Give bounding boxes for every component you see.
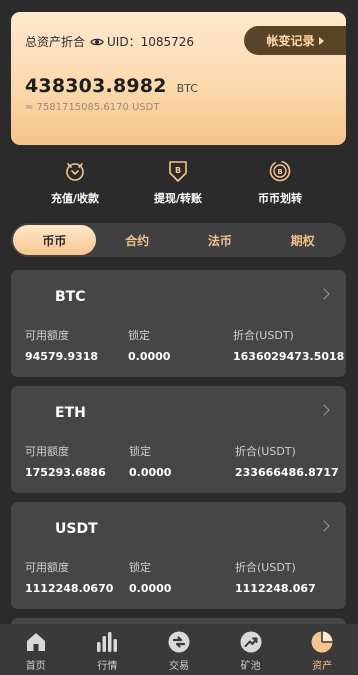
- available-column: 可用额度 1112248.0670: [25, 559, 113, 595]
- assets-icon: [311, 631, 333, 653]
- tab-spot[interactable]: 币币: [13, 225, 96, 255]
- nav-trade[interactable]: 交易: [143, 624, 215, 675]
- withdraw-icon: B: [169, 161, 187, 182]
- nav-assets-label: 资产: [312, 661, 333, 672]
- locked-column: 锁定 0.0000: [128, 327, 170, 363]
- asset-usdt-equivalent: ≈ 7581715085.6170 USDT: [25, 102, 160, 113]
- home-icon: [26, 633, 45, 651]
- available-column: 可用额度 175293.6886: [25, 443, 106, 479]
- locked-value: 0.0000: [129, 466, 172, 479]
- account-record-button[interactable]: 帐变记录: [244, 26, 346, 55]
- locked-column: 锁定 0.0000: [129, 559, 171, 595]
- recharge-label: 充值/收款: [50, 192, 100, 205]
- caret-right-icon: [318, 36, 324, 45]
- tab-options[interactable]: 期权: [261, 225, 344, 255]
- assets-page: 总资产折合 UID：1085726 帐变记录 438303.8982 BTC ≈…: [0, 0, 358, 675]
- asset-amount: 438303.8982: [25, 75, 167, 97]
- available-value: 1112248.0670: [25, 582, 114, 595]
- coin-name: BTC: [55, 289, 86, 305]
- svg-text:B: B: [277, 168, 282, 176]
- chevron-right-icon: [318, 520, 330, 532]
- recharge-button[interactable]: 充值/收款: [25, 158, 125, 206]
- tab-fiat[interactable]: 法币: [179, 225, 262, 255]
- market-icon: [97, 632, 118, 652]
- coin-name: USDT: [55, 521, 98, 537]
- available-value: 94579.9318: [25, 350, 99, 363]
- available-label: 可用额度: [25, 445, 69, 458]
- bottom-tab-bar: 首页 行情 交易 矿池 资产: [0, 624, 358, 675]
- chevron-right-icon: [318, 404, 330, 416]
- tab-contract[interactable]: 合约: [96, 225, 179, 255]
- value-column: 折合(USDT) 1636029473.5018: [233, 327, 344, 363]
- value-label: 折合(USDT): [233, 329, 294, 342]
- value-amount: 233666486.8717: [235, 466, 339, 479]
- available-column: 可用额度 94579.9318: [25, 327, 98, 363]
- nav-market-label: 行情: [97, 661, 118, 672]
- nav-mining-label: 矿池: [240, 661, 261, 672]
- asset-title: 总资产折合: [25, 35, 86, 49]
- chevron-right-icon: [318, 288, 330, 300]
- coin-card-eth[interactable]: ETH 可用额度 175293.6886 锁定 0.0000 折合(USDT) …: [11, 386, 346, 493]
- quick-actions: 充值/收款 B 提现/转账 B 币币划转: [0, 158, 358, 214]
- available-value: 175293.6886: [25, 466, 106, 479]
- svg-text:B: B: [175, 166, 181, 175]
- nav-assets[interactable]: 资产: [286, 624, 358, 675]
- recharge-icon: [66, 163, 84, 181]
- locked-label: 锁定: [129, 561, 151, 574]
- nav-home[interactable]: 首页: [0, 624, 72, 675]
- uid-text: UID：1085726: [107, 35, 195, 49]
- locked-value: 0.0000: [128, 350, 171, 363]
- record-button-label: 帐变记录: [266, 34, 315, 48]
- locked-label: 锁定: [129, 445, 151, 458]
- asset-header: 总资产折合 UID：1085726: [25, 33, 194, 50]
- asset-summary-card: 总资产折合 UID：1085726 帐变记录 438303.8982 BTC ≈…: [11, 12, 346, 145]
- transfer-button[interactable]: B 币币划转: [230, 158, 330, 206]
- coin-card-btc[interactable]: BTC 可用额度 94579.9318 锁定 0.0000 折合(USDT) 1…: [11, 270, 346, 377]
- account-tabs: 币币 合约 法币 期权: [11, 223, 346, 257]
- locked-value: 0.0000: [129, 582, 172, 595]
- coin-name: ETH: [55, 405, 86, 421]
- trade-icon: [168, 631, 190, 653]
- value-amount: 1636029473.5018: [233, 350, 345, 363]
- asset-amount-row: 438303.8982 BTC: [25, 75, 198, 97]
- value-label: 折合(USDT): [235, 445, 296, 458]
- locked-label: 锁定: [128, 329, 150, 342]
- nav-market[interactable]: 行情: [72, 624, 144, 675]
- locked-column: 锁定 0.0000: [129, 443, 171, 479]
- withdraw-button[interactable]: B 提现/转账: [128, 158, 228, 206]
- available-label: 可用额度: [25, 561, 69, 574]
- value-column: 折合(USDT) 1112248.067: [235, 559, 316, 595]
- transfer-label: 币币划转: [258, 192, 302, 205]
- coin-card-usdt[interactable]: USDT 可用额度 1112248.0670 锁定 0.0000 折合(USDT…: [11, 502, 346, 609]
- nav-trade-label: 交易: [168, 661, 189, 672]
- value-label: 折合(USDT): [235, 561, 296, 574]
- nav-home-label: 首页: [25, 661, 46, 672]
- eye-icon[interactable]: [90, 35, 104, 49]
- value-amount: 1112248.067: [235, 582, 316, 595]
- value-column: 折合(USDT) 233666486.8717: [235, 443, 339, 479]
- available-label: 可用额度: [25, 329, 69, 342]
- mining-icon: [240, 631, 262, 653]
- nav-mining[interactable]: 矿池: [215, 624, 287, 675]
- transfer-icon: B: [269, 160, 291, 182]
- withdraw-label: 提现/转账: [153, 192, 203, 205]
- asset-unit: BTC: [176, 82, 198, 95]
